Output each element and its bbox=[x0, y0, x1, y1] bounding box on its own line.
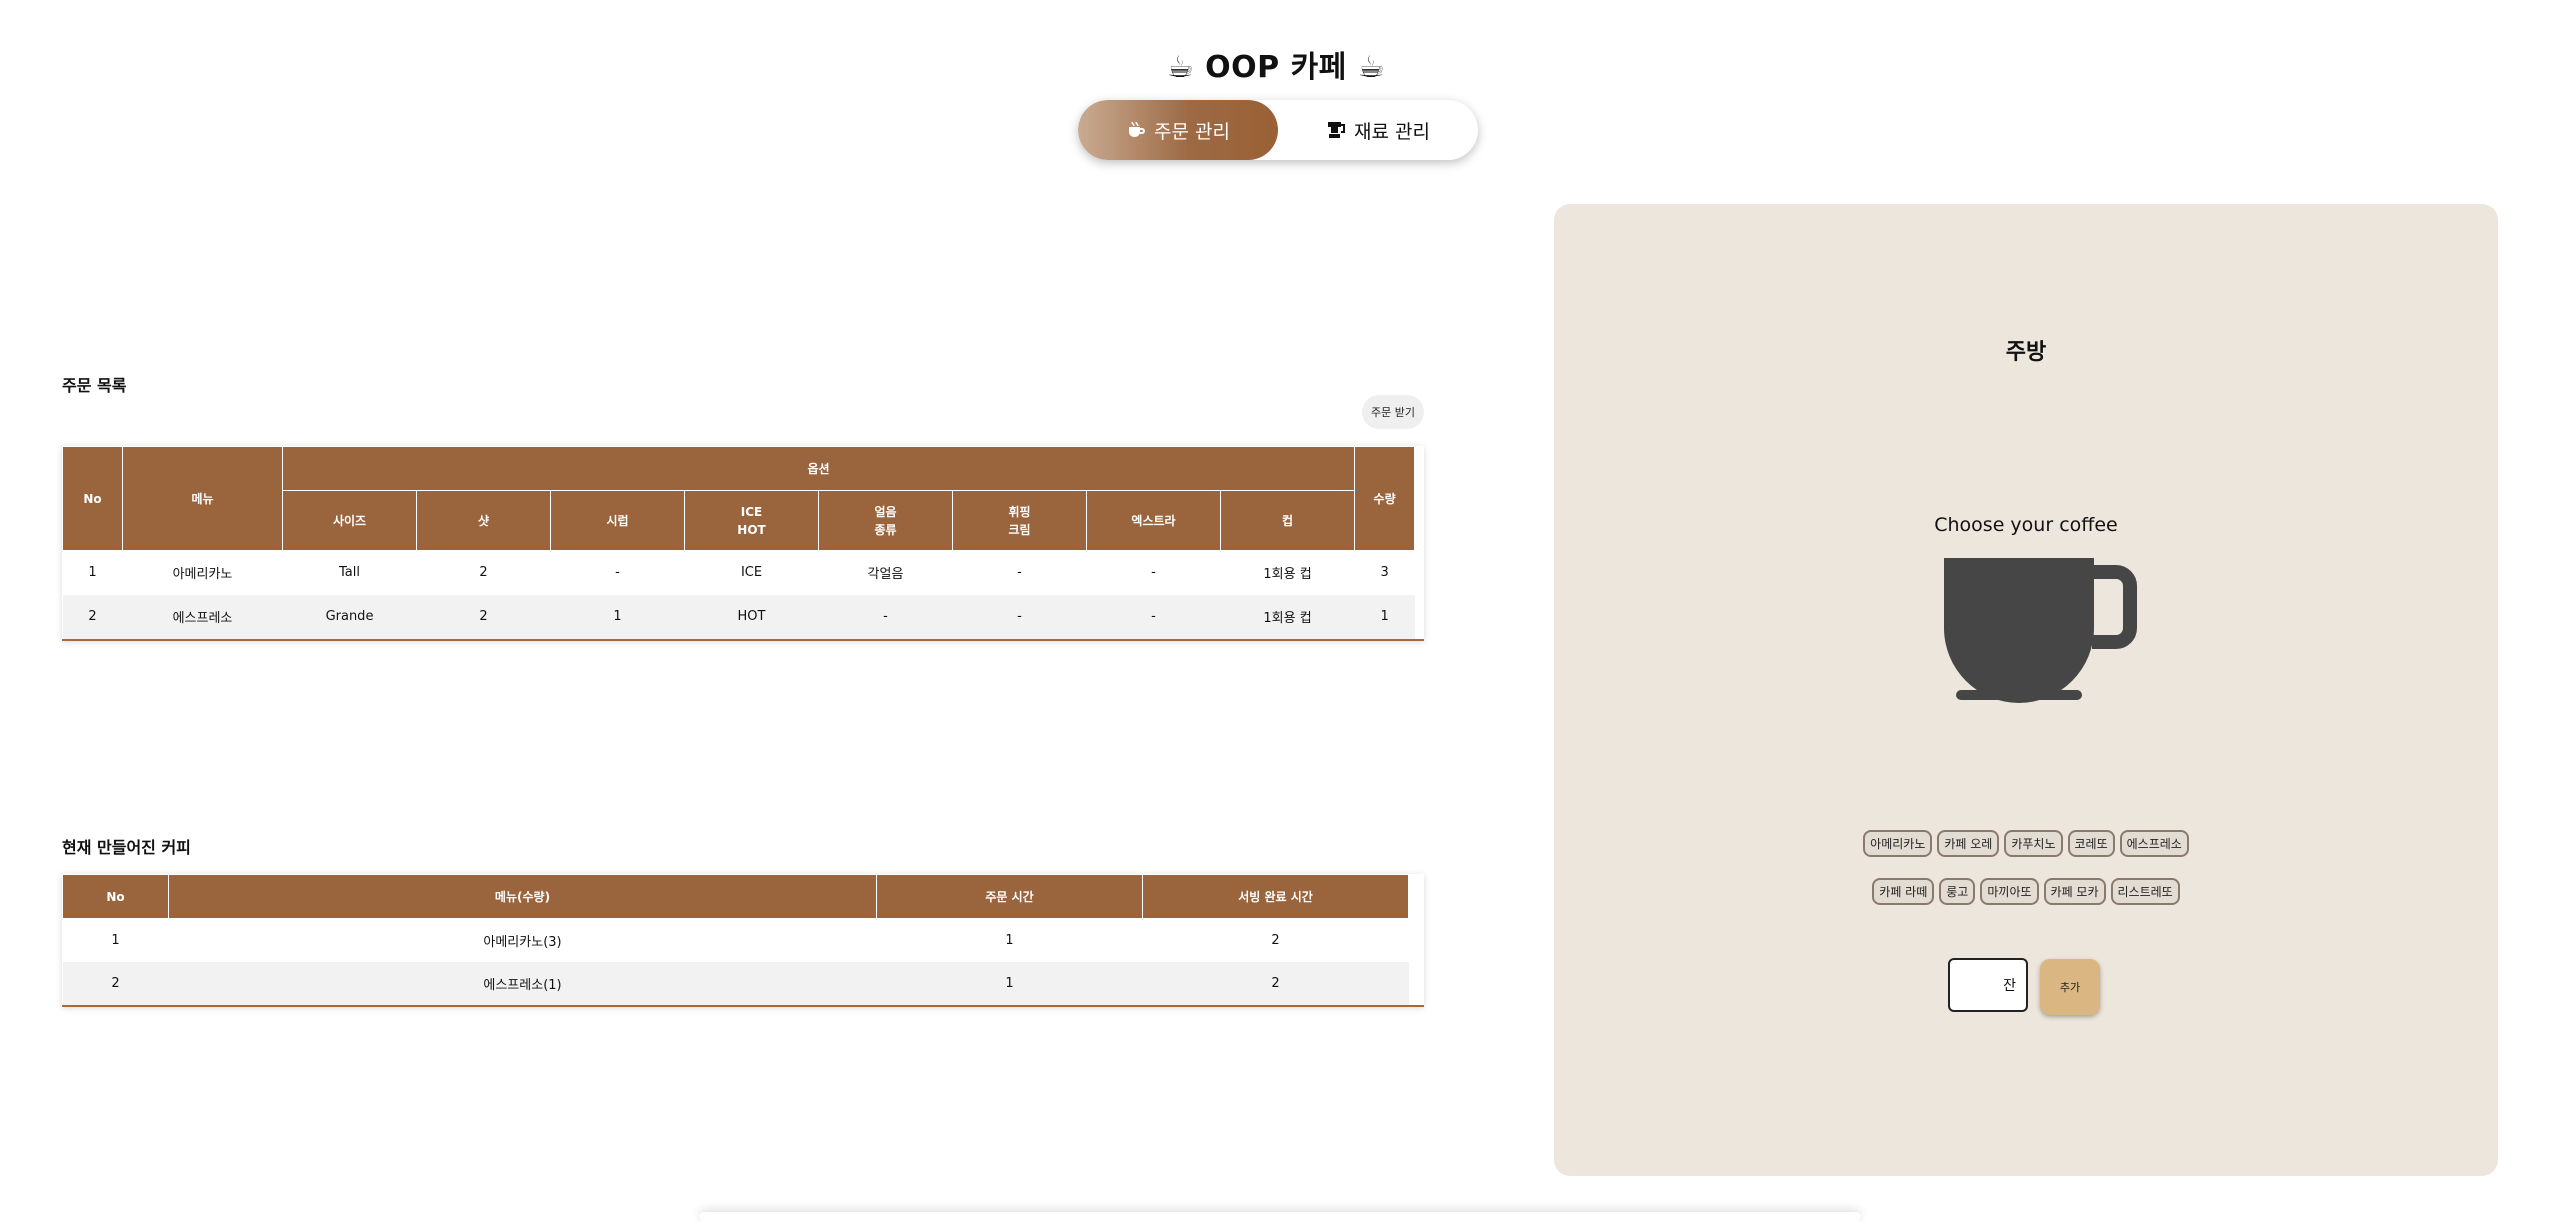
col-header-options: 옵션 bbox=[281, 446, 1356, 491]
cell-whip: - bbox=[952, 594, 1087, 639]
col-header-ice-hot: ICE HOT bbox=[684, 490, 819, 551]
coffee-option-button[interactable]: 카푸치노 bbox=[2004, 830, 2063, 857]
col-header-ice-type: 얼음 종류 bbox=[818, 490, 953, 551]
cell-ice-type: - bbox=[818, 594, 953, 639]
page-title-text: OOP 카페 bbox=[1205, 50, 1347, 85]
coffee-menu-row: 카페 라떼 룽고 마끼아또 카페 모카 리스트레또 bbox=[1554, 878, 2498, 905]
col-header-size: 사이즈 bbox=[282, 490, 417, 551]
cell-qty: 3 bbox=[1380, 565, 1389, 581]
cell-menu: 아메리카노(3) bbox=[483, 934, 562, 950]
coffee-cup-icon: ☕ bbox=[1166, 50, 1195, 85]
cell-ice-hot: HOT bbox=[684, 594, 819, 639]
coffee-icon bbox=[1129, 121, 1145, 137]
cell-shot: 2 bbox=[479, 565, 488, 581]
cell-extra: - bbox=[1086, 594, 1221, 639]
cell-serve-time: 2 bbox=[1142, 961, 1409, 1005]
quantity-unit: 잔 bbox=[2003, 978, 2016, 994]
made-coffee-title: 현재 만들어진 커피 bbox=[62, 838, 191, 857]
table-row: 2 에스프레소 Grande 2 1 HOT - - - 1회용 컵 1 bbox=[62, 594, 1415, 639]
tab-bar: 주문 관리 재료 관리 bbox=[1078, 100, 1478, 160]
kitchen-panel: 주방 Choose your coffee 아메리카노 카페 오레 카푸치노 코… bbox=[1554, 204, 2498, 1176]
receive-order-button[interactable]: 주문 받기 bbox=[1362, 395, 1424, 429]
col-header-shot: 샷 bbox=[416, 490, 551, 551]
table-row: 1 아메리카노 Tall 2 - ICE 각얼음 - - 1회용 컵 3 bbox=[63, 551, 1415, 595]
tab-ingredient-management[interactable]: 재료 관리 bbox=[1278, 100, 1478, 160]
cell-no: 2 bbox=[62, 961, 169, 1005]
cell-menu: 에스프레소 bbox=[122, 594, 283, 639]
col-header-menu-qty: 메뉴(수량) bbox=[168, 874, 877, 919]
coffee-option-button[interactable]: 리스트레또 bbox=[2110, 878, 2180, 905]
cell-no: 1 bbox=[88, 565, 97, 581]
cell-cup: 1회용 컵 bbox=[1263, 567, 1312, 583]
coffee-menu-row: 아메리카노 카페 오레 카푸치노 코레또 에스프레소 bbox=[1554, 830, 2498, 857]
kitchen-title: 주방 bbox=[2005, 340, 2047, 365]
coffee-option-button[interactable]: 카페 오레 bbox=[1937, 830, 2000, 857]
cell-menu: 아메리카노 bbox=[172, 567, 233, 583]
cell-no: 2 bbox=[62, 594, 123, 639]
grinder-icon bbox=[1328, 122, 1346, 138]
add-button[interactable]: 추가 bbox=[2040, 959, 2100, 1015]
coffee-cup-icon: ☕ bbox=[1357, 50, 1386, 85]
coffee-option-button[interactable]: 카페 라떼 bbox=[1872, 878, 1935, 905]
cell-serve-time: 2 bbox=[1271, 932, 1280, 948]
coffee-option-button[interactable]: 룽고 bbox=[1939, 878, 1976, 905]
made-coffee-table: No 메뉴(수량) 주문 시간 서빙 완료 시간 1 아메리카노(3) 1 2 … bbox=[62, 874, 1424, 1007]
cell-qty: 1 bbox=[1354, 594, 1415, 639]
coffee-option-button[interactable]: 에스프레소 bbox=[2119, 830, 2189, 857]
col-header-serve-time: 서빙 완료 시간 bbox=[1142, 874, 1409, 919]
col-header-whip: 휘핑 크림 bbox=[952, 490, 1087, 551]
tab-order-management[interactable]: 주문 관리 bbox=[1078, 100, 1278, 160]
cell-order-time: 1 bbox=[1005, 932, 1014, 948]
choose-coffee-label: Choose your coffee bbox=[1934, 514, 2118, 536]
cell-ice-hot: ICE bbox=[740, 565, 763, 581]
col-header-qty: 수량 bbox=[1354, 446, 1416, 551]
cell-ice-type: 각얼음 bbox=[867, 567, 904, 583]
col-header-no: No bbox=[62, 874, 169, 919]
coffee-option-button[interactable]: 카페 모카 bbox=[2043, 878, 2106, 905]
quantity-input[interactable]: 잔 bbox=[1948, 958, 2028, 1012]
bottom-edge-shadow bbox=[700, 1212, 1860, 1222]
col-header-syrup: 시럽 bbox=[550, 490, 685, 551]
order-table: No 메뉴 옵션 수량 사이즈 샷 시럽 ICE HOT 얼음 종류 휘핑 크림 엑스… bbox=[62, 446, 1424, 641]
coffee-option-button[interactable]: 아메리카노 bbox=[1863, 830, 1933, 857]
coffee-option-button[interactable]: 마끼아또 bbox=[1980, 878, 2039, 905]
table-row: 1 아메리카노(3) 1 2 bbox=[63, 919, 1409, 962]
cell-syrup: 1 bbox=[550, 594, 685, 639]
tab-label: 재료 관리 bbox=[1354, 120, 1430, 143]
cell-menu: 에스프레소(1) bbox=[168, 961, 877, 1005]
cell-cup: 1회용 컵 bbox=[1220, 594, 1355, 639]
cell-syrup: - bbox=[615, 565, 620, 581]
cell-size: Grande bbox=[282, 594, 417, 639]
col-header-no: No bbox=[62, 446, 123, 551]
table-row: 2 에스프레소(1) 1 2 bbox=[62, 961, 1409, 1005]
tab-label: 주문 관리 bbox=[1154, 120, 1230, 143]
cell-extra: - bbox=[1151, 565, 1156, 581]
cell-no: 1 bbox=[111, 932, 120, 948]
coffee-option-button[interactable]: 코레또 bbox=[2067, 830, 2115, 857]
cell-order-time: 1 bbox=[876, 961, 1143, 1005]
col-header-extra: 엑스트라 bbox=[1086, 490, 1221, 551]
col-header-order-time: 주문 시간 bbox=[876, 874, 1143, 919]
cell-shot: 2 bbox=[416, 594, 551, 639]
cell-whip: - bbox=[1017, 565, 1022, 581]
page-title: ☕ OOP 카페 ☕ bbox=[0, 42, 2552, 86]
order-list-title: 주문 목록 bbox=[62, 376, 127, 395]
col-header-cup: 컵 bbox=[1219, 490, 1356, 551]
col-header-menu: 메뉴 bbox=[122, 446, 283, 551]
cell-size: Tall bbox=[339, 565, 360, 581]
coffee-cup-icon bbox=[1944, 558, 2137, 703]
